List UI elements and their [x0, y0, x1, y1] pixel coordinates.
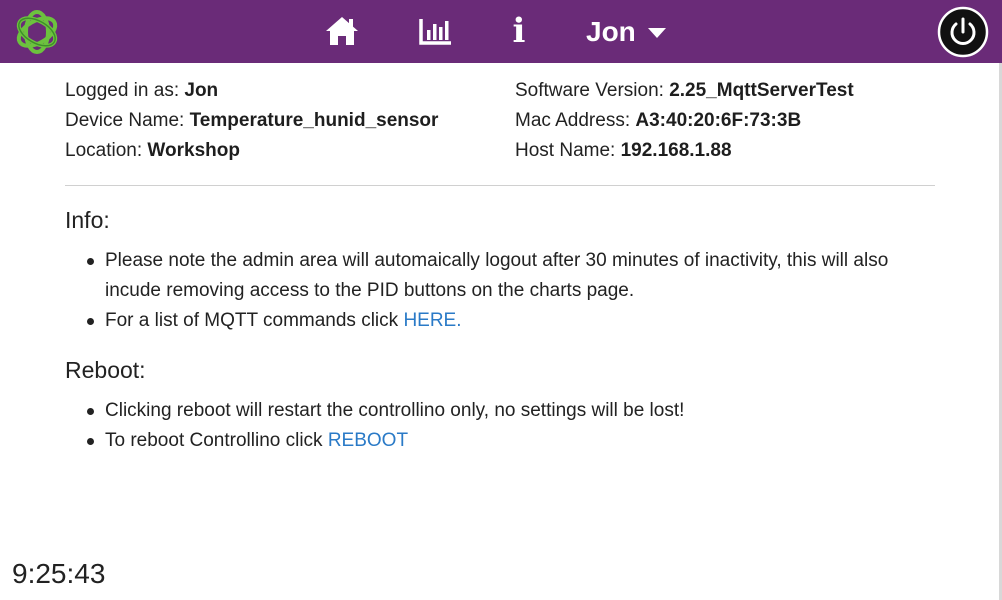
device-name-row: Device Name: Temperature_hunid_sensor	[65, 110, 439, 131]
list-item: Clicking reboot will restart the control…	[87, 396, 945, 426]
user-name: Jon	[586, 16, 636, 47]
user-dropdown[interactable]: Jon	[586, 14, 666, 50]
info-heading: Info:	[65, 207, 110, 233]
info-icon: i	[512, 11, 526, 51]
chevron-down-icon	[647, 28, 666, 38]
host-name-value: 192.168.1.88	[620, 140, 732, 161]
logged-in-row: Logged in as: Jon	[65, 80, 219, 101]
controllino-logo-icon[interactable]	[11, 6, 63, 58]
clock: 9:25:43	[12, 558, 106, 589]
list-item: Please note the admin area will automaic…	[87, 246, 945, 306]
info-button[interactable]: i	[506, 11, 532, 51]
bar-chart-icon	[419, 19, 451, 45]
software-version-value: 2.25_MqttServerTest	[669, 80, 854, 101]
home-button[interactable]	[322, 14, 362, 48]
device-name-value: Temperature_hunid_sensor	[189, 110, 439, 131]
divider	[65, 185, 935, 186]
info-list: Please note the admin area will automaic…	[87, 246, 945, 336]
mqtt-commands-link[interactable]: HERE.	[403, 310, 461, 331]
device-info-left: Logged in as: Jon Device Name: Temperatu…	[65, 76, 438, 166]
location-value: Workshop	[147, 140, 240, 161]
reboot-heading: Reboot:	[65, 357, 146, 383]
location-row: Location: Workshop	[65, 140, 240, 161]
list-item: To reboot Controllino click REBOOT	[87, 426, 945, 456]
logged-in-value: Jon	[184, 80, 219, 101]
mac-address-value: A3:40:20:6F:73:3B	[635, 110, 802, 131]
reboot-list: Clicking reboot will restart the control…	[87, 396, 945, 456]
reboot-link[interactable]: REBOOT	[328, 430, 408, 451]
home-icon	[326, 17, 358, 45]
charts-button[interactable]	[418, 14, 454, 48]
host-name-row: Host Name: 192.168.1.88	[515, 140, 732, 161]
device-info-right: Software Version: 2.25_MqttServerTest Ma…	[515, 76, 854, 166]
mac-address-row: Mac Address: A3:40:20:6F:73:3B	[515, 110, 802, 131]
list-item: For a list of MQTT commands click HERE.	[87, 306, 945, 336]
top-navbar: i Jon	[0, 0, 1002, 63]
software-version-row: Software Version: 2.25_MqttServerTest	[515, 80, 854, 101]
power-icon[interactable]	[937, 6, 989, 58]
